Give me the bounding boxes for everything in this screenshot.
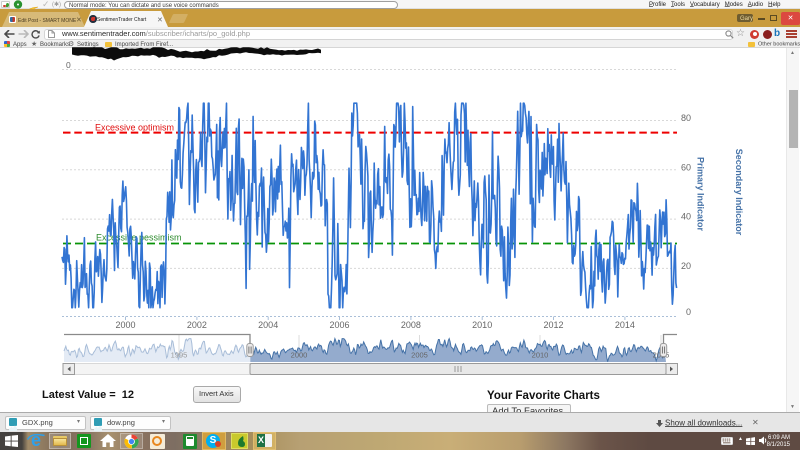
svg-text:2014: 2014 [615, 320, 635, 330]
svg-text:2008: 2008 [401, 320, 421, 330]
svg-text:2005: 2005 [411, 351, 428, 360]
svg-text:2012: 2012 [543, 320, 563, 330]
svg-text:2010: 2010 [532, 351, 549, 360]
svg-text:80: 80 [681, 113, 691, 123]
svg-text:60: 60 [681, 162, 691, 172]
svg-text:2006: 2006 [329, 320, 349, 330]
svg-text:2000: 2000 [291, 351, 308, 360]
svg-text:0: 0 [686, 307, 691, 317]
svg-text:40: 40 [681, 212, 691, 222]
svg-text:2004: 2004 [258, 320, 278, 330]
svg-text:0: 0 [66, 60, 71, 70]
svg-text:Excessive pessimism: Excessive pessimism [96, 233, 182, 243]
svg-text:2002: 2002 [187, 320, 207, 330]
svg-text:2000: 2000 [115, 320, 135, 330]
svg-text:2010: 2010 [472, 320, 492, 330]
svg-text:Primary Indicator: Primary Indicator [696, 157, 706, 232]
svg-text:Secondary Indicator: Secondary Indicator [734, 149, 744, 236]
svg-text:20: 20 [681, 261, 691, 271]
svg-text:Excessive optimism: Excessive optimism [95, 123, 174, 133]
svg-text:1995: 1995 [171, 351, 188, 360]
